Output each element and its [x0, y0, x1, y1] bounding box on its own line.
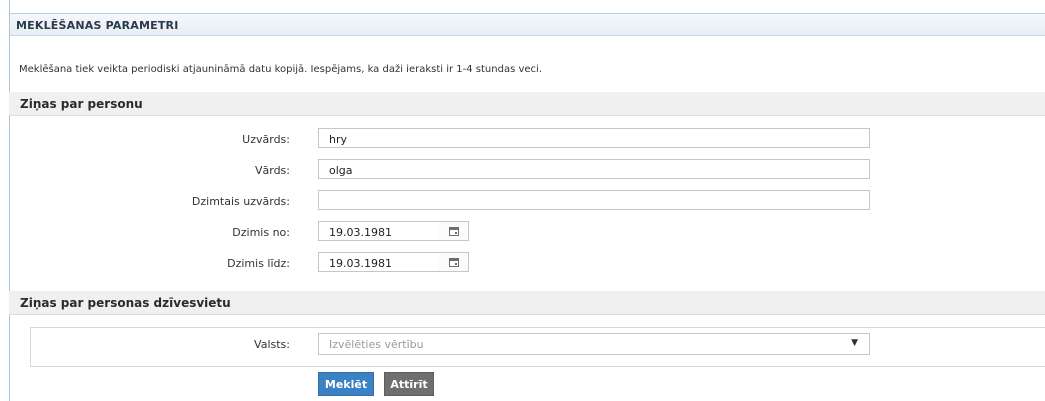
calendar-icon	[449, 258, 459, 267]
data-freshness-notice: Meklēšana tiek veikta periodiski atjauni…	[19, 64, 542, 75]
section-person-header: Ziņas par personu	[9, 92, 1045, 116]
born-to-input[interactable]	[318, 252, 440, 272]
name-label: Vārds:	[254, 164, 290, 177]
clear-button[interactable]: Attīrīt	[384, 372, 434, 396]
surname-input[interactable]	[318, 128, 870, 148]
born-from-label: Dzimis no:	[232, 226, 290, 239]
panel-title: MEKLĒŠANAS PARAMETRI	[16, 19, 179, 32]
birth-surname-input[interactable]	[318, 190, 870, 210]
country-select[interactable]: Izvēlēties vērtību ▼	[318, 333, 870, 355]
country-placeholder: Izvēlēties vērtību	[329, 338, 424, 351]
triangle-down-icon: ▼	[851, 338, 858, 348]
country-label: Valsts:	[254, 338, 290, 351]
search-button[interactable]: Meklēt	[318, 372, 374, 396]
surname-label: Uzvārds:	[242, 133, 290, 146]
born-to-calendar-button[interactable]	[439, 252, 469, 272]
section-person-title: Ziņas par personu	[20, 97, 143, 111]
section-residence-title: Ziņas par personas dzīvesvietu	[20, 296, 231, 310]
born-from-input[interactable]	[318, 221, 440, 241]
name-input[interactable]	[318, 159, 870, 179]
panel-header: MEKLĒŠANAS PARAMETRI	[10, 14, 1045, 36]
section-residence-header: Ziņas par personas dzīvesvietu	[9, 291, 1045, 315]
born-from-calendar-button[interactable]	[439, 221, 469, 241]
born-to-label: Dzimis līdz:	[227, 257, 290, 270]
birth-surname-label: Dzimtais uzvārds:	[191, 195, 290, 208]
calendar-icon	[449, 227, 459, 236]
